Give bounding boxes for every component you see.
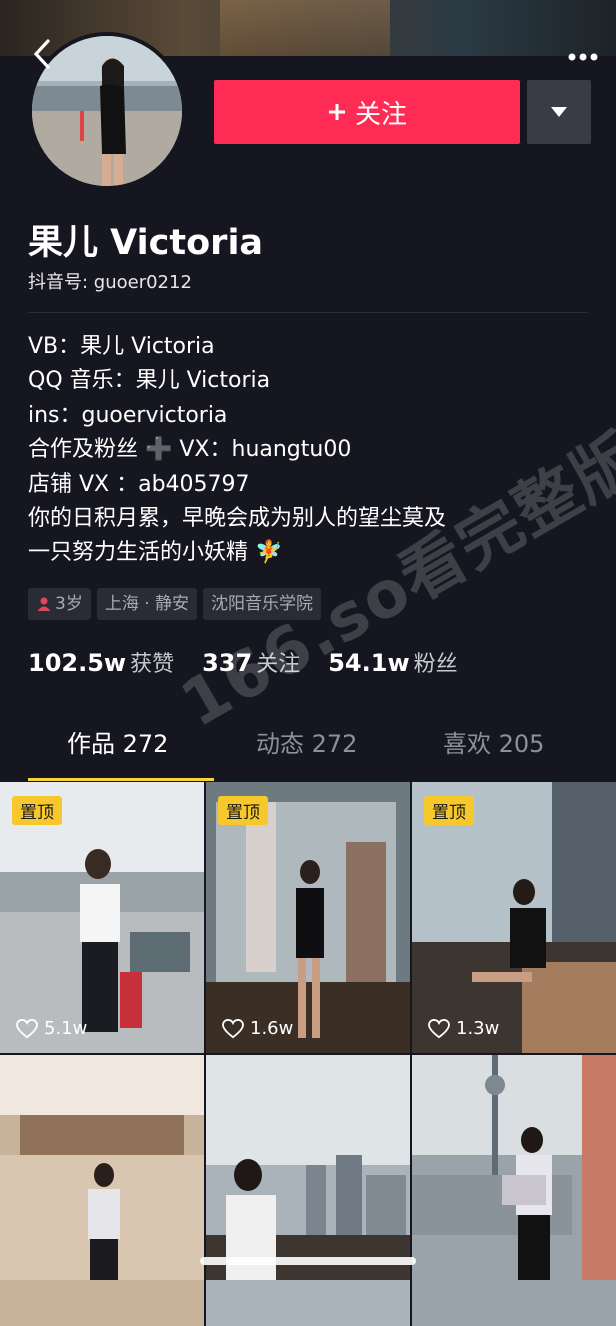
video-likes-count: 1.3w bbox=[456, 1018, 500, 1039]
stat-followers-label: 粉丝 bbox=[413, 652, 458, 677]
bio-line: 合作及粉丝 ➕ VX：huangtu00 bbox=[28, 437, 352, 463]
douyin-id[interactable]: 抖音号: guoer0212 bbox=[28, 268, 192, 294]
video-likes-count: 5.1w bbox=[44, 1018, 88, 1039]
tab-works[interactable]: 作品 272 bbox=[67, 724, 168, 759]
follow-label: 关注 bbox=[354, 99, 407, 130]
tab-moments[interactable]: 动态 272 bbox=[256, 724, 357, 759]
bio-line: 店铺 VX ：ab405797 bbox=[28, 471, 250, 497]
heart-icon bbox=[222, 1018, 244, 1038]
active-tab-indicator bbox=[28, 778, 214, 781]
cover-chair bbox=[220, 0, 390, 56]
profile-name: 果儿 Victoria bbox=[28, 223, 264, 263]
heart-icon bbox=[428, 1018, 450, 1038]
video-thumbnail[interactable]: 置顶 5.1w bbox=[0, 782, 204, 1053]
video-thumbnail[interactable]: 置顶 1.6w bbox=[206, 782, 410, 1053]
video-thumbnail[interactable]: 置顶 1.3w bbox=[412, 782, 616, 1053]
chevron-left-icon bbox=[33, 39, 50, 69]
video-likes: 1.3w bbox=[428, 1018, 499, 1039]
video-cover-skyline bbox=[206, 1055, 410, 1326]
stat-likes-value: 102.5w bbox=[28, 649, 127, 677]
video-likes: 1.6w bbox=[222, 1018, 293, 1039]
stat-likes: 102.5w 获赞 bbox=[28, 646, 174, 678]
bio: VB：果儿 Victoria QQ 音乐：果儿 Victoria ins：guo… bbox=[28, 330, 446, 571]
tab-liked[interactable]: 喜欢 205 bbox=[443, 724, 544, 759]
bio-line: QQ 音乐：果儿 Victoria bbox=[28, 368, 271, 394]
divider bbox=[28, 312, 588, 313]
location-tag: 上海 · 静安 bbox=[96, 588, 198, 620]
video-thumbnail[interactable] bbox=[0, 1055, 204, 1326]
video-thumbnail[interactable] bbox=[412, 1055, 616, 1326]
pinned-badge: 置顶 bbox=[12, 796, 62, 825]
video-grid: 置顶 5.1w 置顶 1.6w 置顶 1.3w bbox=[0, 782, 616, 1326]
recommend-dropdown-button[interactable] bbox=[527, 80, 591, 144]
video-likes-count: 1.6w bbox=[250, 1018, 294, 1039]
more-dots-icon bbox=[568, 53, 598, 61]
follow-button[interactable]: 关注 bbox=[214, 80, 520, 144]
age-tag-label: 3岁 bbox=[55, 594, 83, 614]
female-user-icon bbox=[37, 597, 51, 611]
heart-icon bbox=[16, 1018, 38, 1038]
caret-down-icon bbox=[551, 107, 567, 117]
plus-icon bbox=[328, 104, 345, 120]
more-button[interactable] bbox=[568, 40, 598, 66]
bio-line: VB：果儿 Victoria bbox=[28, 334, 215, 359]
pinned-badge: 置顶 bbox=[218, 796, 268, 825]
location-tag-label: 上海 · 静安 bbox=[104, 594, 190, 614]
video-cover-hotel-lobby bbox=[0, 1055, 204, 1326]
age-tag: 3岁 bbox=[28, 588, 91, 620]
pinned-badge: 置顶 bbox=[424, 796, 474, 825]
video-likes: 5.1w bbox=[16, 1018, 87, 1039]
video-cover-tv-tower bbox=[412, 1055, 616, 1326]
video-thumbnail[interactable] bbox=[206, 1055, 410, 1326]
bio-line: 你的日积月累，早晚会成为别人的望尘莫及 bbox=[28, 506, 447, 532]
home-indicator[interactable] bbox=[200, 1257, 416, 1265]
profile-tabs: 作品 272 动态 272 喜欢 205 bbox=[0, 724, 616, 780]
bio-line: ins：guoervictoria bbox=[28, 402, 228, 428]
back-button[interactable] bbox=[30, 38, 58, 72]
